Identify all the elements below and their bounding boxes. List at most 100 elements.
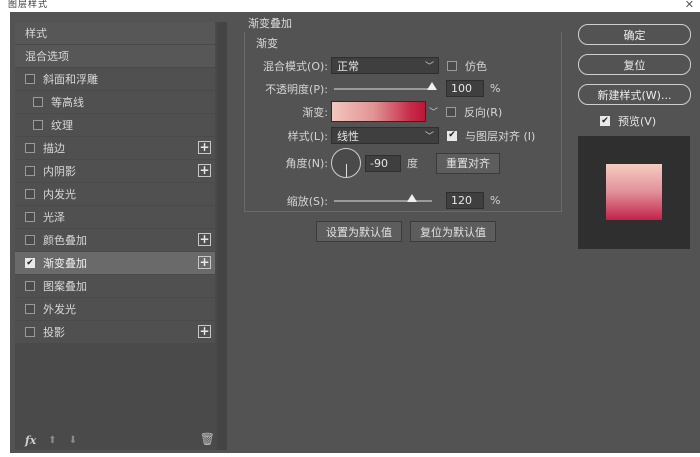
style-list-item[interactable]: 光泽: [15, 206, 215, 228]
style-list-item[interactable]: ✔ 渐变叠加 +: [15, 252, 215, 274]
style-item-label: 混合选项: [25, 50, 69, 63]
preview-label: 预览(V): [618, 115, 657, 128]
style-list-item[interactable]: 混合选项: [15, 45, 215, 67]
style-item-checkbox[interactable]: [25, 281, 35, 291]
chevron-down-icon: ﹀: [424, 62, 434, 72]
scale-slider-thumb[interactable]: [407, 193, 418, 202]
dither-checkbox[interactable]: 仿色: [447, 58, 487, 74]
reset-align-label: 重置对齐: [446, 157, 490, 170]
trash-icon[interactable]: 🗑: [200, 432, 215, 446]
style-list-item[interactable]: 纹理: [15, 114, 215, 136]
angle-input[interactable]: -90: [365, 154, 401, 172]
title-bar: 图层样式 ✕: [0, 0, 700, 12]
preview-gradient-swatch: [606, 164, 662, 220]
reset-default-button[interactable]: 复位为默认值: [410, 221, 496, 242]
angle-needle-icon: [346, 164, 347, 177]
add-effect-icon[interactable]: +: [198, 325, 211, 338]
preview-thumbnail: [578, 136, 690, 249]
align-checkbox[interactable]: ✔ 与图层对齐 (I): [447, 128, 535, 144]
gradient-overlay-panel: 渐变叠加 渐变 混合模式(O): 正常 ﹀ 仿色 不透明度(P): 100 %: [232, 15, 567, 450]
add-effect-icon[interactable]: +: [198, 233, 211, 246]
style-item-checkbox[interactable]: [33, 97, 43, 107]
styles-list-scrollbar[interactable]: [217, 22, 227, 450]
reverse-checkbox-box[interactable]: [446, 106, 457, 117]
blend-mode-select[interactable]: 正常 ﹀: [331, 57, 439, 74]
scale-slider[interactable]: [334, 193, 432, 202]
preview-checkbox-box[interactable]: ✔: [600, 116, 610, 126]
style-item-label: 纹理: [51, 119, 73, 132]
add-effect-icon[interactable]: +: [198, 164, 211, 177]
style-list-item[interactable]: 内阴影 +: [15, 160, 215, 182]
angle-unit: 度: [407, 157, 418, 170]
add-effect-icon[interactable]: +: [198, 141, 211, 154]
style-list-item[interactable]: 投影 +: [15, 321, 215, 343]
align-label: 与图层对齐 (I): [465, 129, 536, 143]
new-style-label: 新建样式(W)...: [597, 88, 672, 102]
style-list-item[interactable]: 描边 +: [15, 137, 215, 159]
style-select[interactable]: 线性 ﹀: [331, 127, 439, 144]
style-list-item[interactable]: 颜色叠加 +: [15, 229, 215, 251]
preview-checkbox[interactable]: ✔ 预览(V): [600, 113, 656, 129]
style-list-item[interactable]: 外发光: [15, 298, 215, 320]
set-default-label: 设置为默认值: [326, 225, 392, 239]
style-value: 线性: [337, 129, 359, 143]
style-item-label: 内发光: [43, 188, 76, 201]
style-item-label: 样式: [25, 27, 47, 40]
move-up-icon[interactable]: ⬆: [48, 435, 56, 446]
fx-icon[interactable]: fx: [25, 434, 36, 447]
ok-button[interactable]: 确定: [578, 24, 691, 45]
scale-row: 缩放(S): 120 %: [250, 192, 500, 209]
new-style-button[interactable]: 新建样式(W)...: [578, 84, 691, 105]
reset-label: 复位: [623, 58, 646, 72]
close-icon[interactable]: ✕: [685, 0, 694, 11]
style-item-checkbox[interactable]: [25, 189, 35, 199]
style-list-item[interactable]: 样式: [15, 22, 215, 44]
styles-list-footer: fx ⬆ ⬇ 🗑: [25, 432, 215, 448]
style-item-checkbox[interactable]: [25, 304, 35, 314]
style-item-label: 内阴影: [43, 165, 76, 178]
opacity-input[interactable]: 100: [446, 80, 484, 97]
style-list-item[interactable]: 斜面和浮雕: [15, 68, 215, 90]
style-item-checkbox[interactable]: [25, 143, 35, 153]
style-item-checkbox[interactable]: [25, 166, 35, 176]
reset-default-label: 复位为默认值: [420, 225, 486, 239]
blend-mode-row: 混合模式(O): 正常 ﹀ 仿色: [250, 57, 487, 74]
reset-align-button[interactable]: 重置对齐: [436, 152, 500, 174]
style-list-item[interactable]: 图案叠加: [15, 275, 215, 297]
angle-dial[interactable]: [331, 148, 361, 178]
ok-label: 确定: [623, 28, 646, 42]
style-item-label: 渐变叠加: [43, 257, 87, 270]
move-down-icon[interactable]: ⬇: [69, 435, 77, 446]
reverse-label: 反向(R): [464, 105, 503, 119]
window-title: 图层样式: [8, 0, 49, 10]
opacity-row: 不透明度(P): 100 %: [250, 80, 500, 97]
opacity-slider[interactable]: [334, 81, 437, 90]
add-effect-icon[interactable]: +: [198, 256, 211, 269]
style-item-label: 图案叠加: [43, 280, 87, 293]
section-title: 渐变叠加: [248, 17, 292, 30]
gradient-label: 渐变:: [302, 105, 328, 119]
style-item-checkbox[interactable]: [25, 235, 35, 245]
reverse-checkbox[interactable]: 反向(R): [446, 104, 502, 120]
opacity-unit: %: [490, 82, 501, 95]
style-item-checkbox[interactable]: ✔: [25, 258, 35, 268]
opacity-slider-thumb[interactable]: [427, 81, 437, 90]
gradient-swatch[interactable]: [331, 101, 426, 122]
styles-list: 样式混合选项斜面和浮雕 等高线纹理描边 + 内阴影 + 内发光光泽 颜色叠加 + ✔ 渐变叠加 + 图…: [15, 22, 215, 344]
set-default-button[interactable]: 设置为默认值: [316, 221, 402, 242]
reset-button[interactable]: 复位: [578, 54, 691, 75]
style-list-item[interactable]: 内发光: [15, 183, 215, 205]
style-item-checkbox[interactable]: [25, 212, 35, 222]
dither-checkbox-box[interactable]: [447, 60, 457, 71]
style-item-checkbox[interactable]: [25, 74, 35, 84]
style-item-checkbox[interactable]: [33, 120, 43, 130]
chevron-down-icon: ﹀: [424, 132, 434, 142]
angle-value: -90: [370, 156, 388, 170]
dither-label: 仿色: [465, 59, 487, 73]
chevron-down-icon[interactable]: ﹀: [429, 105, 438, 118]
align-checkbox-box[interactable]: ✔: [447, 130, 457, 141]
blend-mode-label: 混合模式(O):: [263, 59, 328, 73]
scale-input[interactable]: 120: [446, 192, 484, 209]
style-list-item[interactable]: 等高线: [15, 91, 215, 113]
style-item-checkbox[interactable]: [25, 327, 35, 337]
